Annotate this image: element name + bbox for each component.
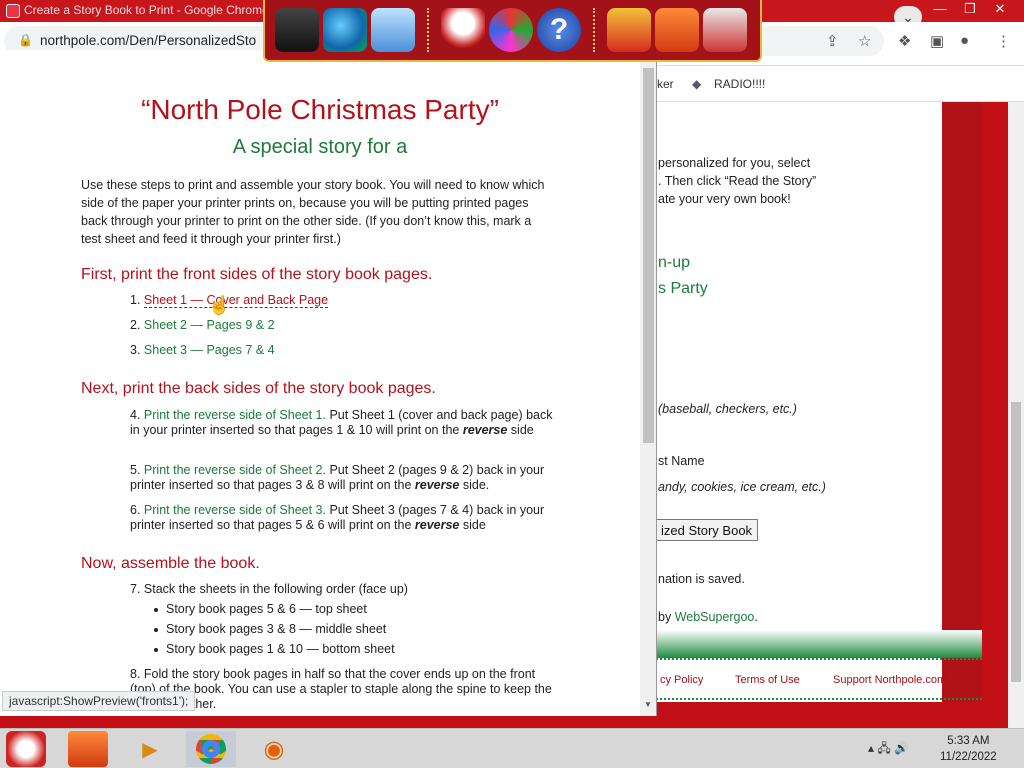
profile-icon[interactable]: ● [960, 32, 969, 49]
tab-title[interactable]: Create a Story Book to Print - Google Ch… [24, 3, 269, 17]
xmas-icon-bar: ? [263, 0, 762, 62]
privacy-policy-link[interactable]: cy Policy [660, 674, 703, 686]
green-band [656, 630, 982, 658]
recycle-bin-icon[interactable] [703, 8, 747, 52]
list-item: 4. Print the reverse side of Sheet 1. Pu… [130, 408, 553, 437]
menu-icon[interactable]: ⋮ [996, 32, 1011, 50]
section-heading: Next, print the back sides of the story … [81, 380, 436, 397]
bookmark-item[interactable]: ker [657, 77, 674, 91]
bg-text: . Then click “Read the Story” [658, 174, 817, 188]
intro-text: Use these steps to print and assemble yo… [81, 178, 545, 246]
help-icon[interactable]: ? [537, 8, 581, 52]
computer-icon[interactable] [275, 8, 319, 52]
personalized-story-book-button[interactable]: ized Story Book [656, 519, 758, 541]
close-window-button[interactable]: ✕ [985, 0, 1015, 18]
url-text[interactable]: northpole.com/Den/PersonalizedSto [40, 33, 256, 48]
star-icon[interactable]: ☆ [858, 32, 871, 50]
reverse-sheet3-link[interactable]: Print the reverse side of Sheet 3. [144, 503, 326, 517]
radio-bookmark-icon: ◆ [692, 77, 702, 91]
file-explorer-icon[interactable] [68, 731, 108, 767]
list-item: Story book pages 3 & 8 — middle sheet [153, 622, 387, 636]
globe-icon[interactable] [323, 8, 367, 52]
restore-button[interactable]: ❐ [955, 0, 985, 18]
media-player-icon[interactable]: ▶ [130, 731, 170, 767]
clock[interactable]: 5:33 AM 11/22/2022 [940, 733, 997, 765]
section-heading: First, print the front sides of the stor… [81, 266, 433, 283]
share-icon[interactable]: ⇪ [826, 32, 839, 50]
bg-text: st Name [658, 454, 705, 468]
hand-cursor-icon: ☝ [208, 295, 231, 315]
page-subtitle: A special story for a [232, 136, 408, 158]
background-page: personalized for you, select . Then clic… [656, 102, 982, 702]
snowman-icon[interactable] [441, 8, 485, 52]
list-item: Story book pages 5 & 6 — top sheet [154, 602, 367, 616]
list-item: 3. Sheet 3 — Pages 7 & 4 [130, 343, 275, 357]
section-heading: Now, assemble the book. [81, 555, 260, 572]
list-item: 5. Print the reverse side of Sheet 2. Pu… [130, 463, 545, 492]
reverse-sheet2-link[interactable]: Print the reverse side of Sheet 2. [144, 463, 326, 477]
minimize-button[interactable]: — [925, 0, 955, 18]
bg-text: personalized for you, select [658, 156, 811, 170]
bg-text: (baseball, checkers, etc.) [658, 402, 797, 416]
reverse-sheet1-link[interactable]: Print the reverse side of Sheet 1. [144, 408, 326, 422]
popup-content: “North Pole Christmas Party” A special s… [0, 50, 640, 716]
scroll-thumb[interactable] [643, 68, 654, 443]
support-link[interactable]: Support Northpole.com [833, 674, 946, 686]
bg-text: andy, cookies, ice cream, etc.) [658, 480, 826, 494]
chrome-taskbar-icon[interactable] [186, 731, 236, 767]
list-item: 7. Stack the sheets in the following ord… [130, 582, 408, 596]
list-item: Story book pages 1 & 10 — bottom sheet [154, 642, 395, 656]
firefox-icon[interactable]: ◉ [254, 731, 294, 767]
page-border [942, 102, 982, 702]
footer-links: cy Policy Terms of Use Support Northpole… [656, 658, 982, 700]
control-panel-icon[interactable] [371, 8, 415, 52]
page-title: “North Pole Christmas Party” [141, 94, 499, 125]
disk-icon[interactable] [489, 8, 533, 52]
status-bar: javascript:ShowPreview('fronts1'); [2, 691, 196, 711]
list-item: 6. Print the reverse side of Sheet 3. Pu… [130, 503, 545, 532]
start-santa-icon[interactable] [6, 731, 46, 767]
bg-heading: n-up [658, 254, 691, 271]
system-tray[interactable]: ▴ 🖧 🔊 [868, 739, 909, 760]
extensions-icon[interactable]: ❖ [898, 32, 911, 50]
list-item: 2. Sheet 2 — Pages 9 & 2 [130, 318, 275, 332]
favicon-icon [6, 4, 20, 18]
sheet1-link[interactable]: Sheet 1 — Cover and Back Page [143, 293, 329, 308]
bg-text: nation is saved. [658, 572, 745, 586]
sheet2-link[interactable]: Sheet 2 — Pages 9 & 2 [144, 318, 275, 332]
gift-icon[interactable] [607, 8, 651, 52]
sidepanel-icon[interactable]: ▣ [930, 32, 944, 50]
desktop: Create a Story Book to Print - Google Ch… [0, 0, 1024, 728]
popup-scrollbar[interactable]: ▲ ▼ [640, 50, 656, 716]
popup-window: “North Pole Christmas Party” A special s… [0, 50, 657, 716]
taskbar: ▶ ◉ ▴ 🖧 🔊 5:33 AM 11/22/2022 [0, 728, 1024, 768]
websupergoo-link[interactable]: WebSupergoo [675, 610, 755, 624]
bg-text: ate your very own book! [658, 192, 791, 206]
lock-icon: 🔒 [18, 33, 33, 47]
page-scrollbar[interactable] [1008, 102, 1024, 728]
folder-icon[interactable] [655, 8, 699, 52]
sheet3-link[interactable]: Sheet 3 — Pages 7 & 4 [144, 343, 275, 357]
terms-link[interactable]: Terms of Use [735, 674, 800, 686]
bookmark-item[interactable]: RADIO!!!! [714, 77, 765, 91]
bg-heading: s Party [658, 280, 708, 297]
credit-text: by WebSupergoo. [658, 610, 758, 624]
